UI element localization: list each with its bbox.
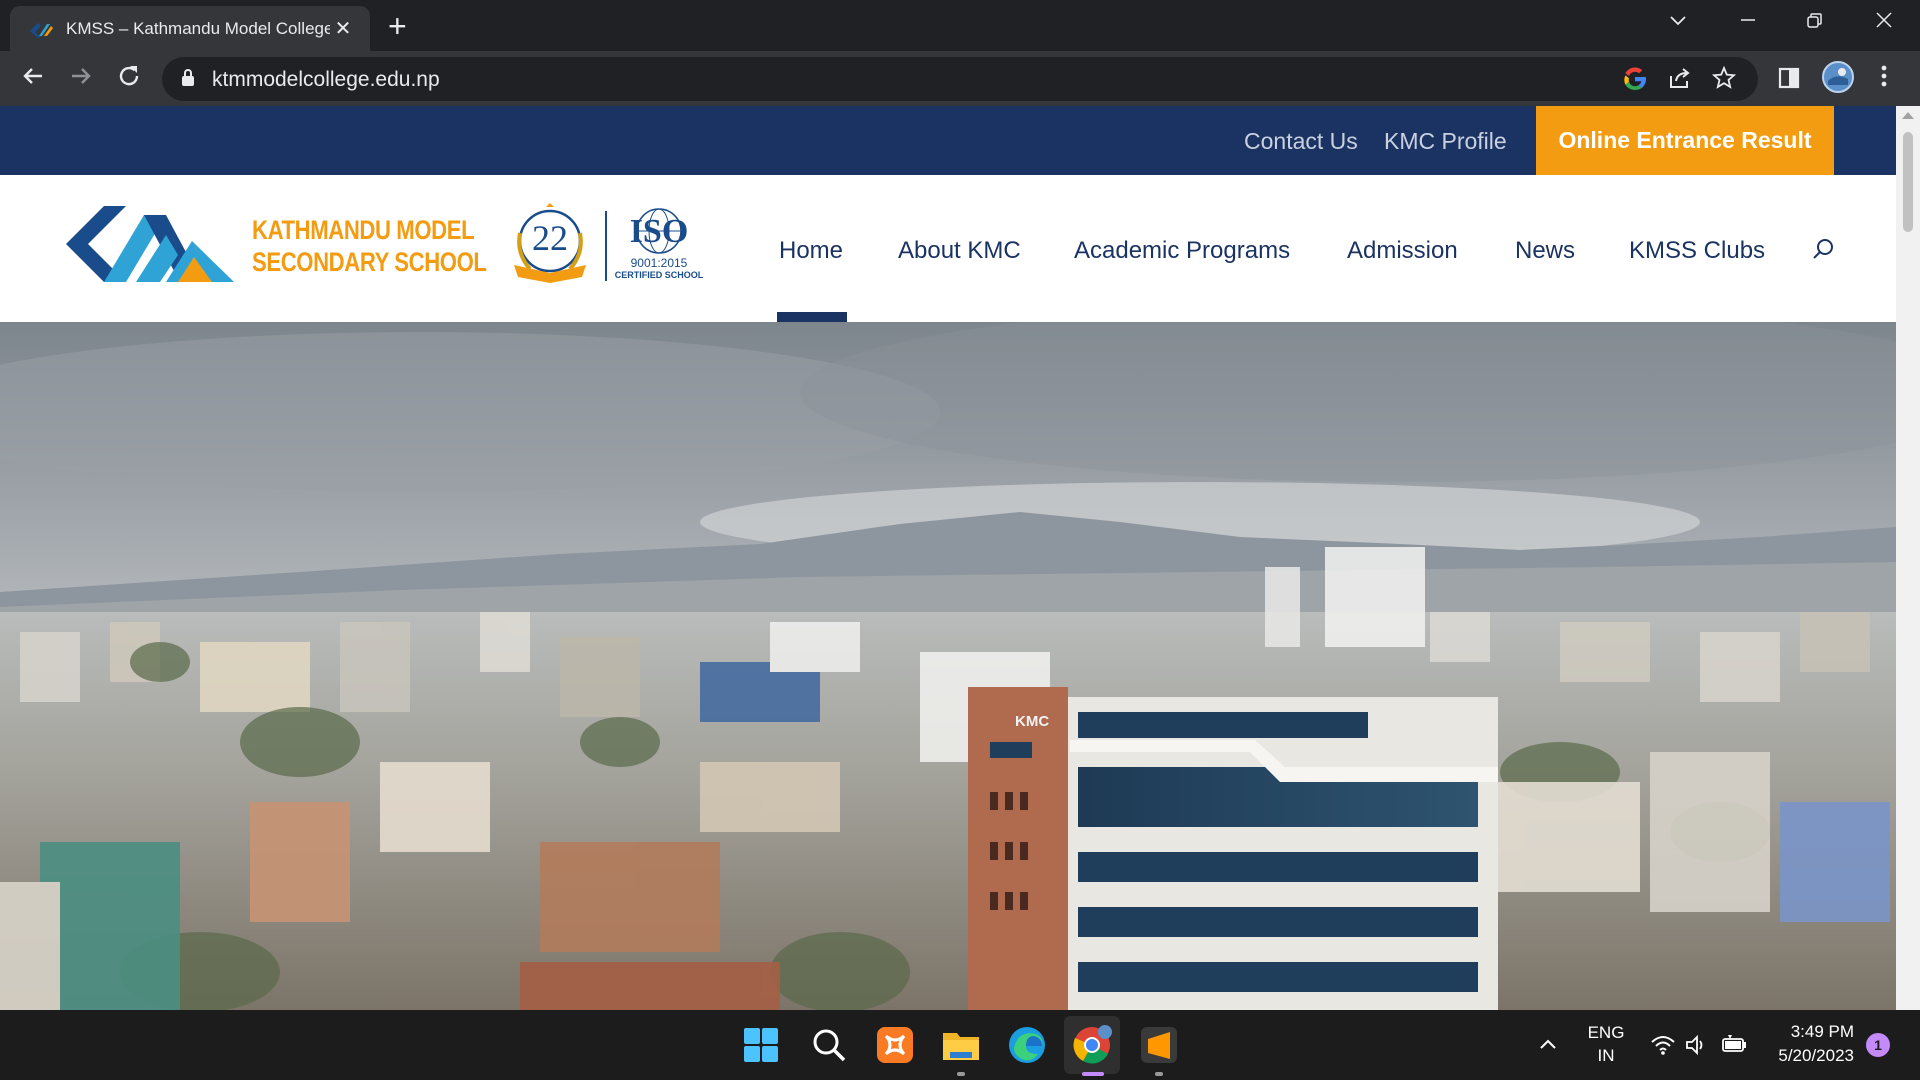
city-skyline-photo: KMC bbox=[0, 322, 1896, 1010]
page-scrollbar[interactable] bbox=[1896, 106, 1920, 1010]
kmc-favicon-icon bbox=[30, 22, 53, 38]
notification-count: 1 bbox=[1874, 1037, 1882, 1053]
battery-icon[interactable] bbox=[1720, 1033, 1748, 1057]
anniversary-badge: 22 bbox=[506, 203, 594, 287]
explorer-running-indicator bbox=[957, 1072, 965, 1076]
language-region: IN bbox=[1597, 1046, 1615, 1065]
iso-caption: CERTIFIED SCHOOL bbox=[614, 270, 704, 280]
volume-icon[interactable] bbox=[1684, 1034, 1708, 1056]
top-utility-bar: Contact Us KMC Profile Online Entrance R… bbox=[0, 106, 1896, 175]
windows-taskbar: ENG IN 3:49 PM 5/20/2023 1 bbox=[0, 1010, 1920, 1080]
menu-admission[interactable]: Admission bbox=[1347, 237, 1458, 265]
active-menu-indicator bbox=[777, 312, 847, 322]
kmc-building: KMC bbox=[968, 687, 1498, 1010]
hero-banner-image: KMC bbox=[0, 322, 1896, 1010]
menu-about-kmc[interactable]: About KMC bbox=[898, 237, 1021, 265]
tab-search-chevron-icon[interactable] bbox=[1668, 10, 1688, 33]
back-icon[interactable] bbox=[20, 63, 46, 96]
search-icon[interactable] bbox=[1812, 237, 1836, 266]
kmc-profile-link[interactable]: KMC Profile bbox=[1384, 128, 1507, 155]
menu-home[interactable]: Home bbox=[779, 237, 843, 265]
reload-icon[interactable] bbox=[116, 63, 142, 96]
sublime-text-icon[interactable] bbox=[1138, 1024, 1180, 1066]
chrome-icon[interactable] bbox=[1071, 1024, 1113, 1066]
browser-toolbar: ktmmodelcollege.edu.np bbox=[0, 51, 1920, 106]
online-entrance-result-button[interactable]: Online Entrance Result bbox=[1536, 106, 1834, 175]
browser-tab[interactable]: KMSS – Kathmandu Model College ✕ bbox=[10, 6, 370, 51]
logo-text-line2: SECONDARY SCHOOL bbox=[252, 247, 487, 277]
site-header: KATHMANDU MODEL SECONDARY SCHOOL 22 ISO … bbox=[0, 175, 1896, 322]
wifi-icon[interactable] bbox=[1650, 1034, 1676, 1056]
site-logo[interactable]: KATHMANDU MODEL SECONDARY SCHOOL 22 ISO … bbox=[66, 203, 706, 293]
minimize-icon[interactable] bbox=[1738, 8, 1758, 34]
file-explorer-icon[interactable] bbox=[940, 1024, 982, 1066]
menu-academic-programs[interactable]: Academic Programs bbox=[1074, 237, 1290, 265]
lock-icon[interactable] bbox=[180, 68, 196, 93]
language-indicator[interactable]: ENG IN bbox=[1584, 1023, 1628, 1066]
edge-icon[interactable] bbox=[1006, 1024, 1048, 1066]
windows-start-icon[interactable] bbox=[740, 1024, 782, 1066]
profile-avatar[interactable] bbox=[1822, 61, 1854, 100]
scroll-up-arrow-icon[interactable] bbox=[1902, 112, 1914, 119]
language-code: ENG bbox=[1587, 1023, 1625, 1042]
tab-close-icon[interactable]: ✕ bbox=[330, 16, 356, 41]
sublime-running-indicator bbox=[1155, 1072, 1163, 1076]
notification-badge[interactable]: 1 bbox=[1866, 1033, 1890, 1057]
kmc-logo-mark-icon bbox=[66, 206, 234, 282]
building-sign: KMC bbox=[1015, 713, 1049, 730]
chrome-running-indicator bbox=[1082, 1072, 1104, 1076]
iso-title: ISO bbox=[629, 213, 689, 250]
contact-us-link[interactable]: Contact Us bbox=[1244, 128, 1358, 155]
close-window-icon[interactable] bbox=[1874, 10, 1894, 36]
logo-divider bbox=[605, 211, 607, 281]
scrollbar-thumb[interactable] bbox=[1903, 132, 1913, 232]
browser-tab-strip: KMSS – Kathmandu Model College ✕ + bbox=[0, 0, 1920, 51]
show-hidden-icons-chevron-icon[interactable] bbox=[1538, 1036, 1558, 1052]
more-menu-icon[interactable] bbox=[1880, 63, 1888, 96]
anniversary-number: 22 bbox=[532, 218, 568, 258]
tab-title: KMSS – Kathmandu Model College bbox=[66, 18, 330, 38]
iso-badge: ISO 9001:2015 CERTIFIED SCHOOL bbox=[614, 205, 704, 289]
clock-date: 5/20/2023 bbox=[1778, 1046, 1854, 1065]
forward-icon[interactable] bbox=[68, 63, 94, 96]
share-icon[interactable] bbox=[1668, 66, 1692, 96]
taskbar-search-icon[interactable] bbox=[808, 1024, 850, 1066]
web-page: Contact Us KMC Profile Online Entrance R… bbox=[0, 106, 1896, 1010]
menu-news[interactable]: News bbox=[1515, 237, 1575, 265]
address-bar[interactable]: ktmmodelcollege.edu.np bbox=[162, 57, 1758, 101]
menu-kmss-clubs[interactable]: KMSS Clubs bbox=[1629, 237, 1765, 265]
xampp-icon[interactable] bbox=[874, 1024, 916, 1066]
restore-icon[interactable] bbox=[1806, 12, 1824, 36]
clock-time: 3:49 PM bbox=[1790, 1022, 1854, 1041]
logo-text-line1: KATHMANDU MODEL bbox=[252, 215, 475, 245]
side-panel-icon[interactable] bbox=[1778, 65, 1800, 96]
url-text[interactable]: ktmmodelcollege.edu.np bbox=[212, 68, 440, 92]
new-tab-icon[interactable]: + bbox=[388, 10, 407, 42]
iso-number: 9001:2015 bbox=[630, 256, 688, 270]
clock[interactable]: 3:49 PM 5/20/2023 bbox=[1764, 1022, 1854, 1066]
bookmark-star-icon[interactable] bbox=[1711, 65, 1737, 96]
google-icon[interactable] bbox=[1622, 66, 1648, 98]
